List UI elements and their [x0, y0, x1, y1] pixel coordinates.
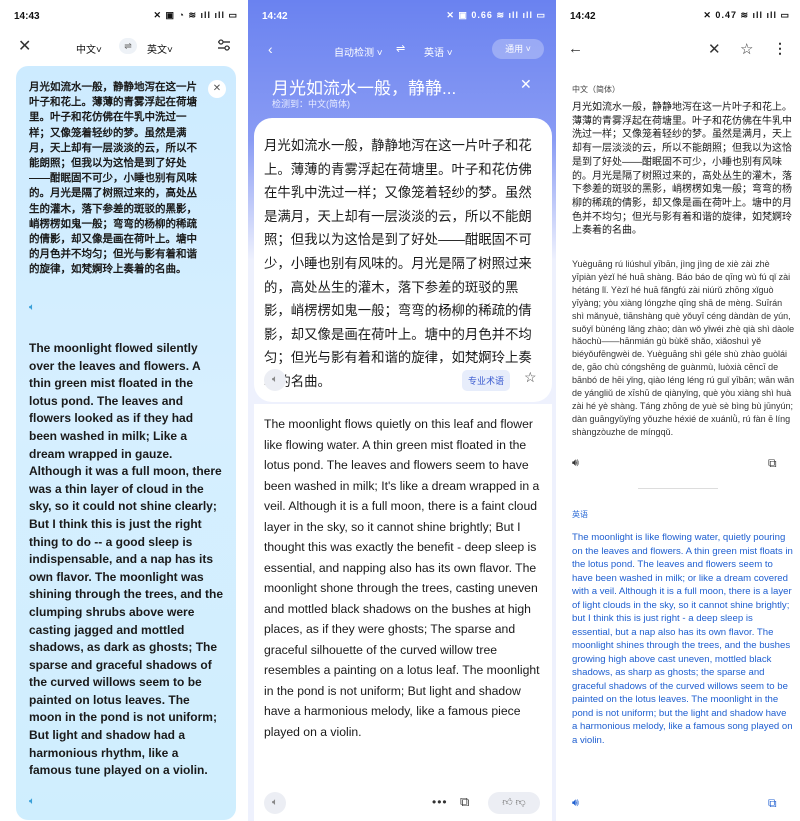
speaker-icon[interactable]: 🔈︎ [264, 792, 286, 814]
target-language-select[interactable]: 英文˅ [147, 41, 173, 56]
status-time: 14:43 [14, 11, 40, 22]
close-icon[interactable]: ✕ [520, 76, 532, 93]
target-language-label: 英语 [572, 510, 588, 519]
copy-icon[interactable]: ⧉ [768, 456, 777, 471]
target-language-select[interactable]: 英语 ˅ [424, 44, 453, 59]
swap-languages-icon[interactable]: ⇌ [396, 42, 405, 55]
language-toolbar: ‹ 自动检测 ˅ ⇌ 英语 ˅ 通用 ˅ [248, 36, 556, 62]
status-bar: 14:42 ✕ 0.47 ≋ ıll ıll ▭ [556, 0, 800, 32]
star-icon[interactable]: ☆ [740, 40, 753, 58]
translator-panel-3: 14:42 ✕ 0.47 ≋ ıll ıll ▭ ← ✕ ☆ ⋮ 中文（简体） … [556, 0, 800, 821]
more-options-icon[interactable]: ••• [432, 795, 448, 809]
speaker-icon[interactable]: 🔈︎ [29, 796, 35, 807]
feedback-thumbs-icon[interactable]: 👍︎ 👎︎ [488, 792, 540, 814]
translator-panel-1: 14:43 ✕ ▣ ◔ ≋ ıll ıll ▭ ✕ 中文˅ ⇌ 英文˅ ✕ 月光… [0, 0, 248, 821]
translation-text: The moonlight is like flowing water, qui… [572, 532, 793, 746]
copy-icon[interactable]: ⧉ [460, 794, 469, 810]
source-text: 月光如流水一般，静静地泻在这一片叶子和花上。薄薄的青雾浮起在荷塘里。叶子和花仿佛… [264, 138, 532, 389]
speaker-icon[interactable]: 🔈︎ [264, 369, 286, 391]
translation-text: The moonlight flows quietly on this leaf… [264, 417, 540, 739]
pinyin-text: Yuèguāng rú liúshuǐ yībān, jìng jìng de … [572, 259, 795, 437]
swap-languages-icon[interactable]: ⇌ [119, 38, 137, 54]
mode-select[interactable]: 通用 ˅ [492, 39, 544, 59]
source-language-select[interactable]: 自动检测 ˅ [334, 44, 383, 59]
status-time: 14:42 [262, 11, 288, 22]
detected-language: 检测到：中文(简体) [272, 99, 350, 109]
source-language-select[interactable]: 中文˅ [76, 41, 102, 56]
status-icons: ✕ ▣ ◔ ≋ ıll ıll ▭ [153, 10, 238, 20]
status-icons: ✕ 0.47 ≋ ıll ıll ▭ [703, 10, 790, 20]
input-preview-title[interactable]: 月光如流水一般，静静... [272, 74, 456, 99]
status-bar: 14:42 ✕ ▣ 0.66 ≋ ıll ıll ▭ [248, 0, 556, 32]
copy-icon[interactable]: ⧉ [768, 796, 777, 811]
settings-sliders-icon[interactable] [217, 38, 231, 55]
status-icons: ✕ ▣ 0.66 ≋ ıll ıll ▭ [446, 10, 546, 20]
close-icon[interactable]: ✕ [708, 40, 721, 58]
back-arrow-icon[interactable]: ← [568, 40, 583, 57]
terminology-button[interactable]: 专业术语 [462, 370, 511, 391]
status-bar: 14:43 ✕ ▣ ◔ ≋ ıll ıll ▭ [0, 0, 248, 32]
divider [638, 488, 718, 489]
source-text[interactable]: 月光如流水一般，静静地泻在这一片叶子和花上。薄薄的青雾浮起在荷塘里。叶子和花仿佛… [29, 80, 207, 278]
speaker-icon[interactable]: 🔈︎ [29, 302, 35, 313]
back-arrow-icon[interactable]: ‹ [268, 41, 273, 57]
clear-text-icon[interactable]: ✕ [208, 80, 226, 98]
star-icon[interactable]: ☆ [524, 369, 537, 386]
app-toolbar: ← ✕ ☆ ⋮ [556, 36, 800, 64]
source-text: 月光如流水一般，静静地泻在这一片叶子和花上。薄薄的青雾浮起在荷塘里。叶子和花仿佛… [572, 102, 792, 237]
language-toolbar: ✕ 中文˅ ⇌ 英文˅ [0, 32, 248, 62]
translator-panel-2: 14:42 ✕ ▣ 0.66 ≋ ıll ıll ▭ ‹ 自动检测 ˅ ⇌ 英语… [248, 0, 556, 821]
source-language-label: 中文（简体） [572, 85, 620, 94]
close-icon[interactable]: ✕ [18, 36, 31, 56]
speaker-icon[interactable]: 🔊︎ [572, 797, 579, 810]
translation-text: The moonlight flowed silently over the l… [29, 341, 224, 778]
speaker-icon[interactable]: 🔊︎ [572, 457, 579, 470]
more-vert-icon[interactable]: ⋮ [773, 40, 787, 57]
status-time: 14:42 [570, 11, 596, 22]
